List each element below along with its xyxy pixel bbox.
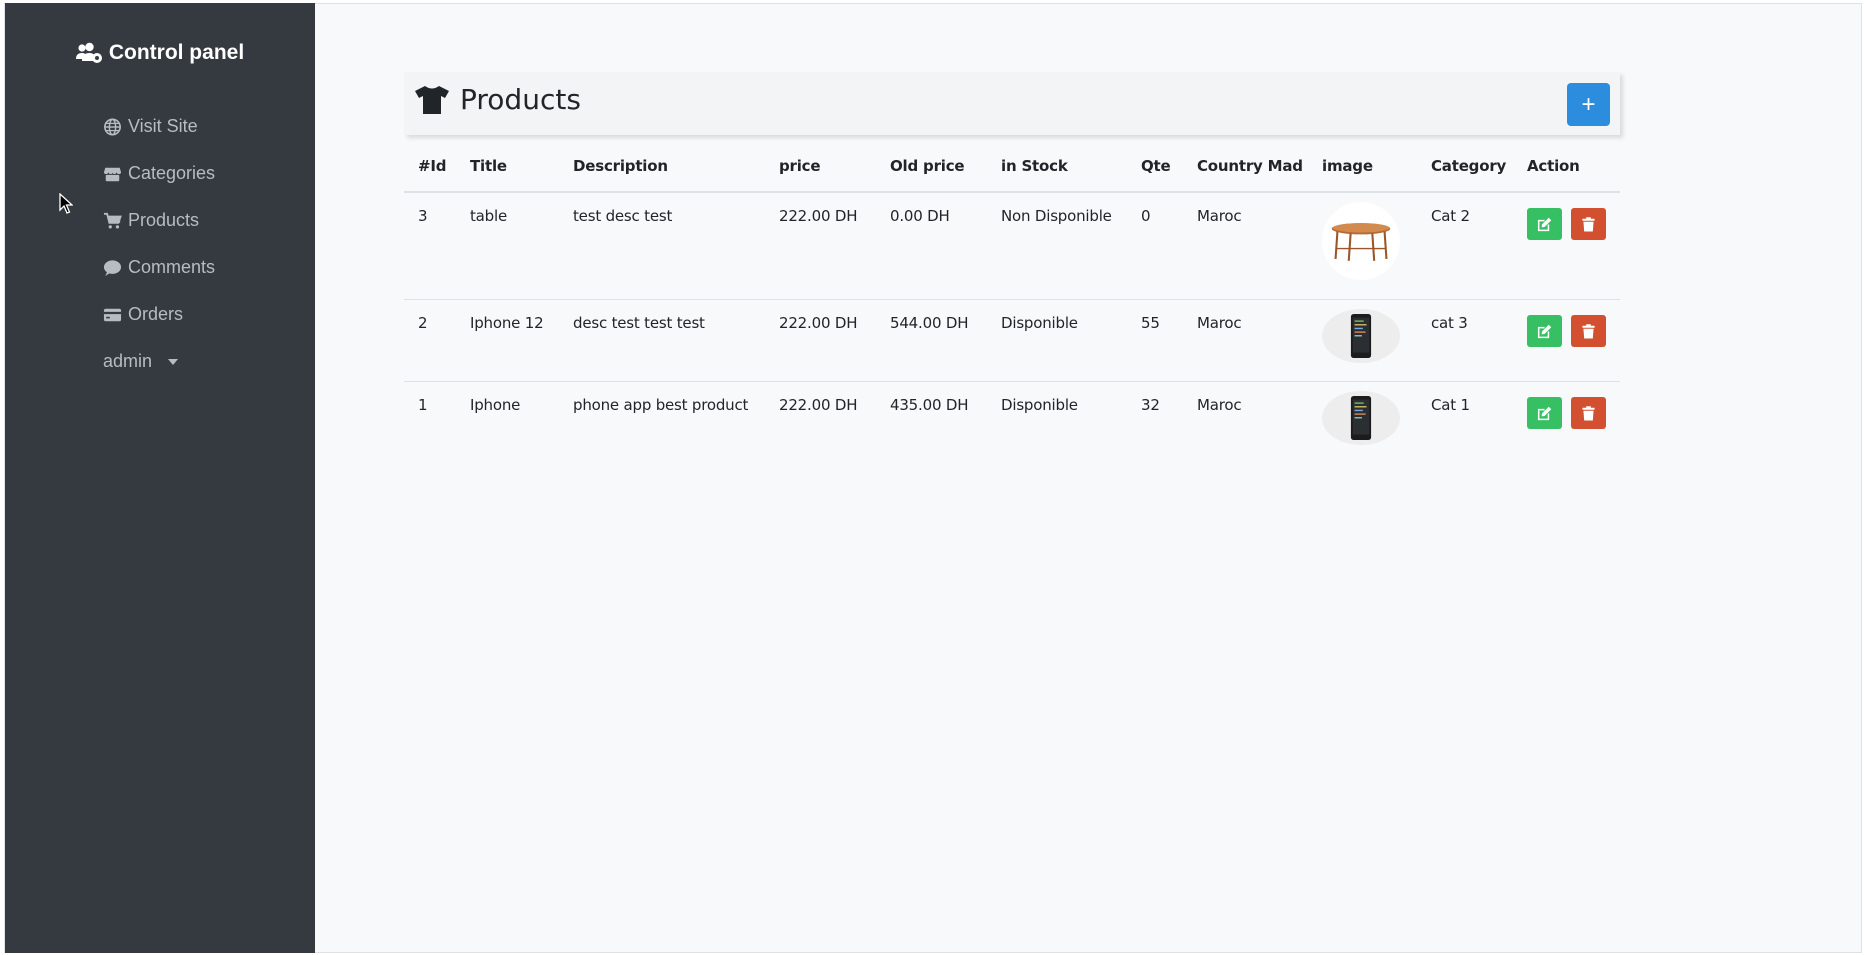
table-row: 2 Iphone 12 desc test test test 222.00 D…	[404, 299, 1620, 382]
cell-description: desc test test test	[559, 299, 765, 382]
cell-action	[1513, 191, 1620, 300]
cell-stock: Disponible	[987, 381, 1127, 463]
product-image-phone	[1322, 309, 1400, 363]
col-qte[interactable]: Qte	[1127, 141, 1183, 193]
cell-description: test desc test	[559, 191, 765, 300]
table-header-row: #Id Title Description price Old price in…	[404, 141, 1620, 193]
cell-qte: 0	[1127, 191, 1183, 300]
cart-icon	[103, 212, 122, 228]
col-action[interactable]: Action	[1513, 141, 1620, 193]
cell-image	[1308, 299, 1417, 382]
edit-icon	[1537, 324, 1552, 338]
products-table: #Id Title Description price Old price in…	[404, 141, 1620, 463]
cell-old-price: 0.00 DH	[876, 191, 987, 300]
cell-image	[1308, 381, 1417, 463]
tshirt-icon	[415, 85, 449, 114]
credit-card-icon	[103, 308, 122, 321]
products-card: Products + #Id Title Description price O…	[404, 72, 1620, 463]
cell-description: phone app best product	[559, 381, 765, 463]
cell-title: table	[456, 191, 559, 300]
mouse-cursor-icon	[59, 193, 73, 214]
col-old-price[interactable]: Old price	[876, 141, 987, 193]
cell-title: Iphone	[456, 381, 559, 463]
phone-image	[1350, 314, 1372, 358]
cell-country: Maroc	[1183, 299, 1308, 382]
col-title[interactable]: Title	[456, 141, 559, 193]
edit-icon	[1537, 217, 1552, 231]
cell-qte: 55	[1127, 299, 1183, 382]
cell-country: Maroc	[1183, 381, 1308, 463]
edit-icon	[1537, 406, 1552, 420]
cell-id: 3	[404, 191, 456, 300]
edit-button[interactable]	[1527, 397, 1562, 429]
cell-stock: Non Disponible	[987, 191, 1127, 300]
page-title: Products	[414, 83, 581, 116]
delete-button[interactable]	[1571, 397, 1606, 429]
cell-country: Maroc	[1183, 191, 1308, 300]
cell-old-price: 544.00 DH	[876, 299, 987, 382]
sidebar-item-categories[interactable]: Categories	[103, 150, 215, 197]
user-dropdown[interactable]: admin	[103, 338, 215, 385]
col-in-stock[interactable]: in Stock	[987, 141, 1127, 193]
table-row: 1 Iphone phone app best product 222.00 D…	[404, 381, 1620, 463]
col-image[interactable]: image	[1308, 141, 1417, 193]
sidebar-item-label: Products	[128, 210, 200, 230]
cell-category: Cat 2	[1417, 191, 1513, 300]
page-title-label: Products	[460, 83, 581, 116]
sidebar-item-label: Orders	[128, 304, 184, 324]
sidebar: Control panel Visit Site Categories Prod…	[5, 3, 315, 953]
cell-category: Cat 1	[1417, 381, 1513, 463]
sidebar-item-comments[interactable]: Comments	[103, 244, 215, 291]
product-image-phone	[1322, 391, 1400, 445]
col-country[interactable]: Country Mad	[1183, 141, 1308, 193]
cell-action	[1513, 381, 1620, 463]
cell-action	[1513, 299, 1620, 382]
trash-icon	[1582, 405, 1595, 421]
sidebar-item-orders[interactable]: Orders	[103, 291, 215, 338]
edit-button[interactable]	[1527, 315, 1562, 347]
caret-down-icon	[168, 358, 179, 365]
users-cog-icon	[75, 42, 102, 63]
delete-button[interactable]	[1571, 208, 1606, 240]
cell-price: 222.00 DH	[765, 381, 876, 463]
comment-icon	[103, 259, 122, 276]
col-id[interactable]: #Id	[404, 141, 456, 193]
table-image	[1331, 223, 1391, 261]
brand[interactable]: Control panel	[5, 41, 315, 65]
col-category[interactable]: Category	[1417, 141, 1513, 193]
sidebar-item-products[interactable]: Products	[103, 197, 215, 244]
add-product-button[interactable]: +	[1567, 83, 1610, 126]
sidebar-item-visit-site[interactable]: Visit Site	[103, 103, 215, 150]
cell-old-price: 435.00 DH	[876, 381, 987, 463]
cell-stock: Disponible	[987, 299, 1127, 382]
col-description[interactable]: Description	[559, 141, 765, 193]
globe-icon	[104, 118, 121, 135]
cell-price: 222.00 DH	[765, 191, 876, 300]
cell-id: 1	[404, 381, 456, 463]
cell-title: Iphone 12	[456, 299, 559, 382]
cell-qte: 32	[1127, 381, 1183, 463]
sidebar-nav: Visit Site Categories Products Comments …	[103, 103, 215, 385]
sidebar-item-label: Categories	[128, 163, 216, 183]
product-image-table	[1322, 202, 1400, 280]
sidebar-item-label: Visit Site	[128, 116, 198, 136]
cell-image	[1308, 191, 1417, 300]
phone-image	[1350, 396, 1372, 440]
col-price[interactable]: price	[765, 141, 876, 193]
cell-category: cat 3	[1417, 299, 1513, 382]
edit-button[interactable]	[1527, 208, 1562, 240]
trash-icon	[1582, 216, 1595, 232]
trash-icon	[1582, 323, 1595, 339]
cell-price: 222.00 DH	[765, 299, 876, 382]
delete-button[interactable]	[1571, 315, 1606, 347]
brand-label: Control panel	[108, 41, 245, 64]
sidebar-item-label: Comments	[128, 257, 216, 277]
table-row: 3 table test desc test 222.00 DH 0.00 DH…	[404, 191, 1620, 300]
user-name: admin	[103, 351, 153, 371]
store-icon	[103, 167, 122, 181]
products-header: Products +	[404, 72, 1620, 135]
cell-id: 2	[404, 299, 456, 382]
